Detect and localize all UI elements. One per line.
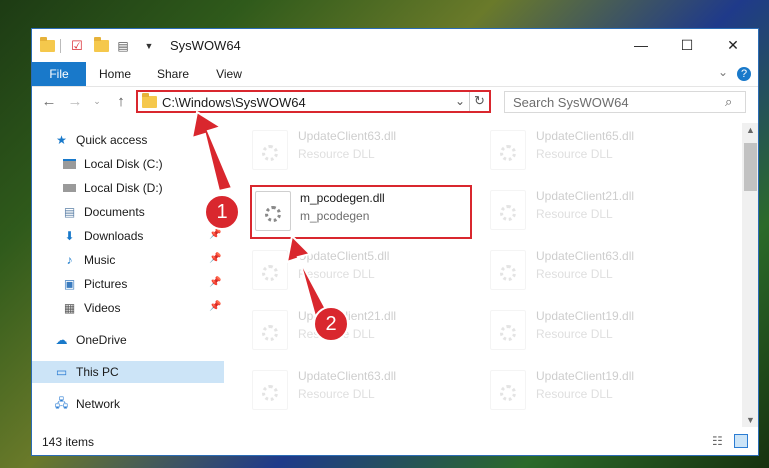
step-2-badge: 2: [313, 306, 349, 342]
arrow-step-2: [285, 233, 329, 318]
arrow-step-1: [190, 110, 234, 193]
annotation-arrows: [190, 110, 329, 318]
step-1-badge: 1: [204, 194, 240, 230]
